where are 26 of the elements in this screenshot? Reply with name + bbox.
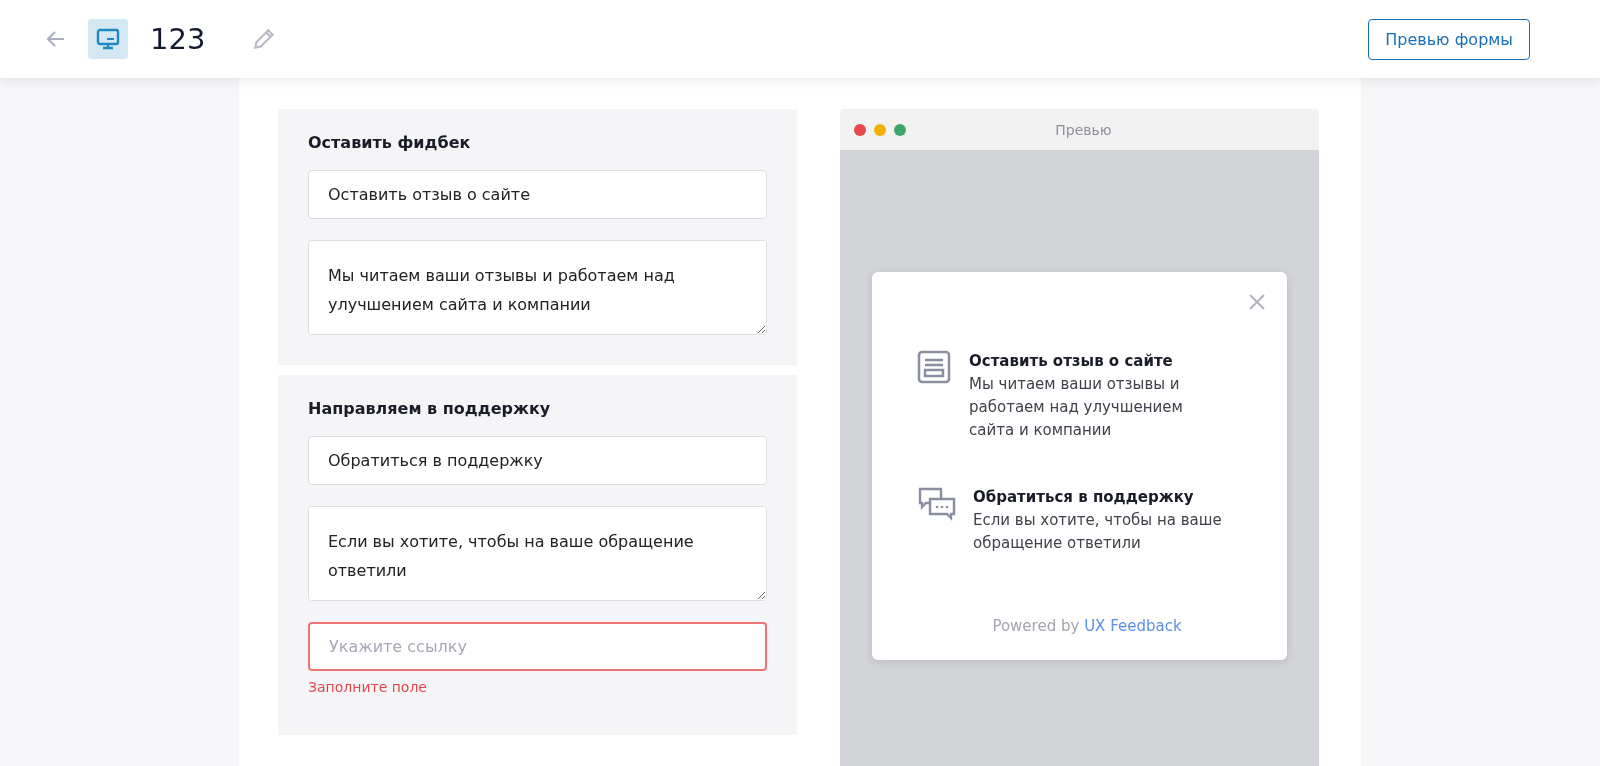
- close-dot-icon: [854, 123, 866, 136]
- form-title: 123: [150, 22, 206, 56]
- powered-by-text: Powered by UX Feedback: [991, 617, 1183, 635]
- textarea-field[interactable]: Мы читаем ваши отзывы и работаем над улучшением сайта и компании: [308, 240, 767, 335]
- desktop-toggle[interactable]: [88, 19, 128, 59]
- section-title: Оставить фидбек: [308, 133, 472, 152]
- option-description: Мы читаем ваши отзывы и работаем над улучшением сайта и компании: [969, 374, 1184, 441]
- input-field[interactable]: Обратиться в поддержку: [308, 436, 767, 485]
- input-field[interactable]: Оставить отзыв о сайте: [308, 170, 767, 219]
- monitor-icon: [96, 27, 120, 51]
- section-title: Направляем в поддержку: [308, 399, 552, 418]
- option-title: Обратиться в поддержку: [973, 487, 1195, 508]
- chat-bubbles-icon: [917, 486, 957, 522]
- popup-option[interactable]: Оставить отзыв о сайте Мы читаем ваши отзывы и работаем над улучшением сайта и компании: [917, 350, 1257, 442]
- form-icon: [917, 350, 951, 384]
- input-field[interactable]: Укажите ссылку: [308, 622, 767, 671]
- popup-option[interactable]: Обратиться в поддержку Если вы хотите, чтобы на ваше обращение ответили: [917, 486, 1257, 555]
- option-title: Оставить отзыв о сайте: [969, 351, 1174, 372]
- form-preview-button[interactable]: Превью формы: [1368, 18, 1530, 60]
- textarea-field[interactable]: Если вы хотите, чтобы на ваше обращение ответили: [308, 506, 767, 601]
- close-icon[interactable]: [1249, 294, 1265, 310]
- minimize-dot-icon: [874, 123, 886, 136]
- maximize-dot-icon: [894, 123, 906, 136]
- window-title: Превью: [1055, 121, 1112, 138]
- option-description: Если вы хотите, чтобы на ваше обращение ответили: [973, 510, 1223, 554]
- error-message: Заполните поле: [308, 679, 428, 695]
